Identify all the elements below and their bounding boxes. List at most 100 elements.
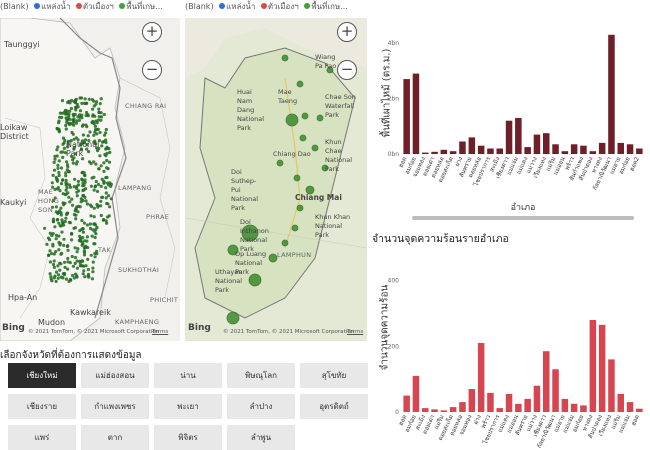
bar[interactable] bbox=[552, 144, 559, 154]
bar[interactable] bbox=[515, 403, 522, 412]
bar[interactable] bbox=[403, 395, 410, 412]
bar[interactable] bbox=[580, 145, 587, 154]
y-tick-label: 4bn bbox=[388, 40, 400, 47]
hotspot-dot bbox=[53, 157, 57, 161]
hotspot-dot bbox=[71, 132, 75, 136]
hotspot-dot bbox=[52, 160, 56, 164]
bar[interactable] bbox=[524, 398, 531, 412]
bar[interactable] bbox=[636, 148, 643, 155]
hotspot-dot bbox=[86, 113, 90, 117]
bar[interactable] bbox=[496, 408, 504, 412]
bar[interactable] bbox=[608, 359, 615, 412]
bar[interactable] bbox=[403, 79, 410, 154]
zoom-out-button[interactable]: − bbox=[337, 60, 357, 80]
hotspot-dot bbox=[63, 110, 67, 114]
bar[interactable] bbox=[487, 392, 494, 412]
slicer-button[interactable]: ลำปาง bbox=[227, 394, 295, 419]
hotspot-dot bbox=[105, 175, 109, 180]
terms-link[interactable]: Terms bbox=[347, 329, 363, 335]
slicer-button[interactable]: แพร่ bbox=[8, 425, 76, 450]
bar[interactable] bbox=[552, 369, 559, 412]
bar[interactable] bbox=[636, 408, 643, 412]
slicer-button[interactable]: กำแพงเพชร bbox=[81, 394, 149, 419]
legend-item-water: แหล่งน้ำ bbox=[41, 2, 71, 11]
scrollbar[interactable] bbox=[412, 216, 634, 220]
zoom-in-button[interactable]: + bbox=[142, 22, 162, 42]
zoom-in-button[interactable]: + bbox=[337, 22, 357, 42]
hotspot-dot bbox=[83, 178, 87, 182]
bar[interactable] bbox=[431, 409, 438, 412]
bar[interactable] bbox=[422, 408, 429, 412]
slicer-button[interactable]: พะเยา bbox=[154, 394, 222, 419]
bar[interactable] bbox=[561, 151, 569, 154]
bar[interactable] bbox=[468, 137, 476, 154]
bar[interactable] bbox=[449, 407, 457, 412]
bar[interactable] bbox=[589, 151, 597, 154]
bar[interactable] bbox=[598, 324, 606, 412]
bar[interactable] bbox=[505, 120, 513, 154]
bar[interactable] bbox=[589, 320, 597, 412]
slicer-button[interactable]: ตาก bbox=[81, 425, 149, 450]
slicer-button[interactable]: ลำพูน bbox=[227, 425, 295, 450]
bar[interactable] bbox=[459, 141, 466, 155]
slicer-button[interactable]: น่าน bbox=[154, 363, 222, 388]
hotspot-dot bbox=[70, 238, 74, 242]
label-phrae: PHRAE bbox=[146, 213, 170, 221]
bar[interactable] bbox=[617, 393, 625, 412]
slicer-button[interactable]: พิษณุโลก bbox=[227, 363, 295, 388]
hotspot-dot bbox=[57, 159, 61, 163]
bar[interactable] bbox=[543, 133, 550, 154]
bar[interactable] bbox=[524, 147, 531, 154]
hotspot-dot bbox=[88, 130, 92, 134]
hotspot-dot bbox=[93, 185, 97, 189]
legend-dot-blue bbox=[34, 3, 41, 9]
bar[interactable] bbox=[412, 375, 420, 412]
slicer-button[interactable]: เชียงใหม่ bbox=[8, 363, 76, 388]
bar[interactable] bbox=[617, 142, 625, 154]
slicer-button[interactable]: พิจิตร bbox=[154, 425, 222, 450]
bar[interactable] bbox=[459, 402, 466, 412]
bar[interactable] bbox=[580, 405, 587, 412]
bar[interactable] bbox=[570, 403, 578, 412]
bar[interactable] bbox=[533, 134, 541, 154]
bar[interactable] bbox=[505, 393, 513, 412]
bar[interactable] bbox=[431, 151, 438, 154]
bar[interactable] bbox=[487, 148, 494, 155]
slicer-button[interactable]: แม่ฮ่องสอน bbox=[81, 363, 149, 388]
map-right[interactable]: Huai Nam Dang National Park Mae Taeng Wi… bbox=[185, 18, 367, 341]
bar[interactable] bbox=[496, 148, 504, 155]
bar[interactable] bbox=[449, 151, 457, 154]
label-doi-inthanon: Doi Inthanon National Park bbox=[240, 218, 269, 253]
hotspot-dot bbox=[99, 213, 103, 218]
bar[interactable] bbox=[440, 149, 448, 154]
hotspot-dot bbox=[51, 173, 55, 177]
bar[interactable] bbox=[412, 73, 420, 154]
zoom-out-button[interactable]: − bbox=[142, 60, 162, 80]
bar[interactable] bbox=[543, 351, 550, 412]
bar[interactable] bbox=[561, 398, 569, 412]
bar[interactable] bbox=[626, 402, 634, 412]
slicer-button[interactable]: อุตรดิตถ์ bbox=[300, 394, 368, 419]
bar[interactable] bbox=[515, 118, 522, 154]
bar[interactable] bbox=[477, 145, 485, 154]
map-left[interactable]: Taunggyi Loikaw District MAE HONG SON Ka… bbox=[0, 18, 180, 341]
bar[interactable] bbox=[422, 152, 429, 154]
bar[interactable] bbox=[477, 343, 485, 412]
bar[interactable] bbox=[440, 410, 448, 412]
bar[interactable] bbox=[608, 34, 615, 154]
label-loikaw: Loikaw District bbox=[0, 123, 29, 141]
bar[interactable] bbox=[533, 385, 541, 412]
terms-link[interactable]: Terms bbox=[152, 329, 168, 335]
hotspot-dot bbox=[59, 252, 63, 256]
hotspot-dot bbox=[55, 148, 59, 152]
hotspot-dot bbox=[97, 107, 101, 111]
slicer-button[interactable]: สุโขทัย bbox=[300, 363, 368, 388]
bar[interactable] bbox=[626, 144, 634, 154]
bar[interactable] bbox=[598, 142, 606, 154]
slicer-button[interactable]: เชียงราย bbox=[8, 394, 76, 419]
bar[interactable] bbox=[468, 389, 476, 412]
hotspot-dot bbox=[76, 247, 80, 251]
hotspot-dot bbox=[99, 184, 103, 188]
hotspot-dot bbox=[79, 238, 83, 242]
bar[interactable] bbox=[570, 144, 578, 154]
